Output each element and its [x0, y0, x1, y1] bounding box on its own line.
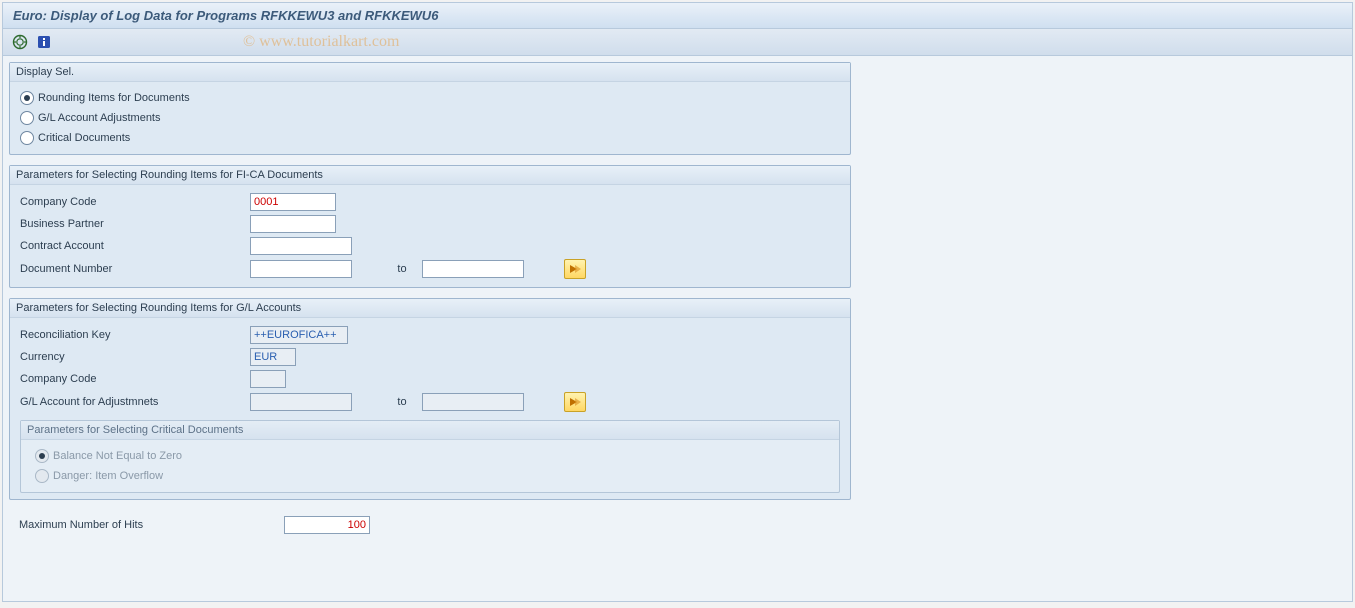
radio-label: Rounding Items for Documents — [38, 92, 190, 104]
radio-label: Critical Documents — [38, 132, 130, 144]
label-reconciliation-key: Reconciliation Key — [20, 329, 250, 341]
group-critical-title: Parameters for Selecting Critical Docume… — [21, 421, 839, 440]
radio-label: Balance Not Equal to Zero — [53, 450, 182, 462]
input-reconciliation-key — [250, 326, 348, 344]
group-display-sel-title: Display Sel. — [10, 63, 850, 82]
radio-label: Danger: Item Overflow — [53, 470, 163, 482]
page-title: Euro: Display of Log Data for Programs R… — [13, 8, 438, 23]
radio-item-overflow: Danger: Item Overflow — [35, 466, 825, 486]
row-max-hits: Maximum Number of Hits — [9, 510, 869, 540]
group-gl: Parameters for Selecting Rounding Items … — [9, 298, 851, 500]
input-document-number-from[interactable] — [250, 260, 352, 278]
toolbar: © www.tutorialkart.com — [3, 29, 1352, 56]
radio-label: G/L Account Adjustments — [38, 112, 161, 124]
label-to: to — [382, 263, 422, 275]
label-company-code: Company Code — [20, 196, 250, 208]
label-max-hits: Maximum Number of Hits — [19, 519, 284, 531]
input-gl-account-to — [422, 393, 524, 411]
radio-gl-adjustments[interactable]: G/L Account Adjustments — [20, 108, 840, 128]
group-display-sel: Display Sel. Rounding Items for Document… — [9, 62, 851, 155]
page-title-bar: Euro: Display of Log Data for Programs R… — [3, 3, 1352, 29]
info-icon[interactable] — [35, 33, 53, 51]
group-fica-title: Parameters for Selecting Rounding Items … — [10, 166, 850, 185]
input-gl-account-from — [250, 393, 352, 411]
label-business-partner: Business Partner — [20, 218, 250, 230]
group-critical-docs: Parameters for Selecting Critical Docume… — [20, 420, 840, 493]
radio-icon — [20, 131, 34, 145]
body-area: Display Sel. Rounding Items for Document… — [3, 56, 1352, 546]
multiple-selection-button[interactable] — [564, 259, 586, 279]
radio-icon — [35, 449, 49, 463]
input-document-number-to[interactable] — [422, 260, 524, 278]
input-contract-account[interactable] — [250, 237, 352, 255]
input-company-code[interactable] — [250, 193, 336, 211]
radio-critical-documents[interactable]: Critical Documents — [20, 128, 840, 148]
app-container: Euro: Display of Log Data for Programs R… — [2, 2, 1353, 602]
label-to: to — [382, 396, 422, 408]
watermark-text: © www.tutorialkart.com — [243, 33, 399, 51]
input-max-hits[interactable] — [284, 516, 370, 534]
multiple-selection-button[interactable] — [564, 392, 586, 412]
label-currency: Currency — [20, 351, 250, 363]
radio-icon — [35, 469, 49, 483]
input-business-partner[interactable] — [250, 215, 336, 233]
input-currency — [250, 348, 296, 366]
radio-rounding-items[interactable]: Rounding Items for Documents — [20, 88, 840, 108]
input-gl-company-code — [250, 370, 286, 388]
label-gl-account: G/L Account for Adjustmnets — [20, 396, 250, 408]
label-gl-company-code: Company Code — [20, 373, 250, 385]
group-fica: Parameters for Selecting Rounding Items … — [9, 165, 851, 288]
radio-icon — [20, 111, 34, 125]
label-document-number: Document Number — [20, 263, 250, 275]
radio-balance-not-zero: Balance Not Equal to Zero — [35, 446, 825, 466]
execute-icon[interactable] — [11, 33, 29, 51]
radio-icon — [20, 91, 34, 105]
group-gl-title: Parameters for Selecting Rounding Items … — [10, 299, 850, 318]
label-contract-account: Contract Account — [20, 240, 250, 252]
